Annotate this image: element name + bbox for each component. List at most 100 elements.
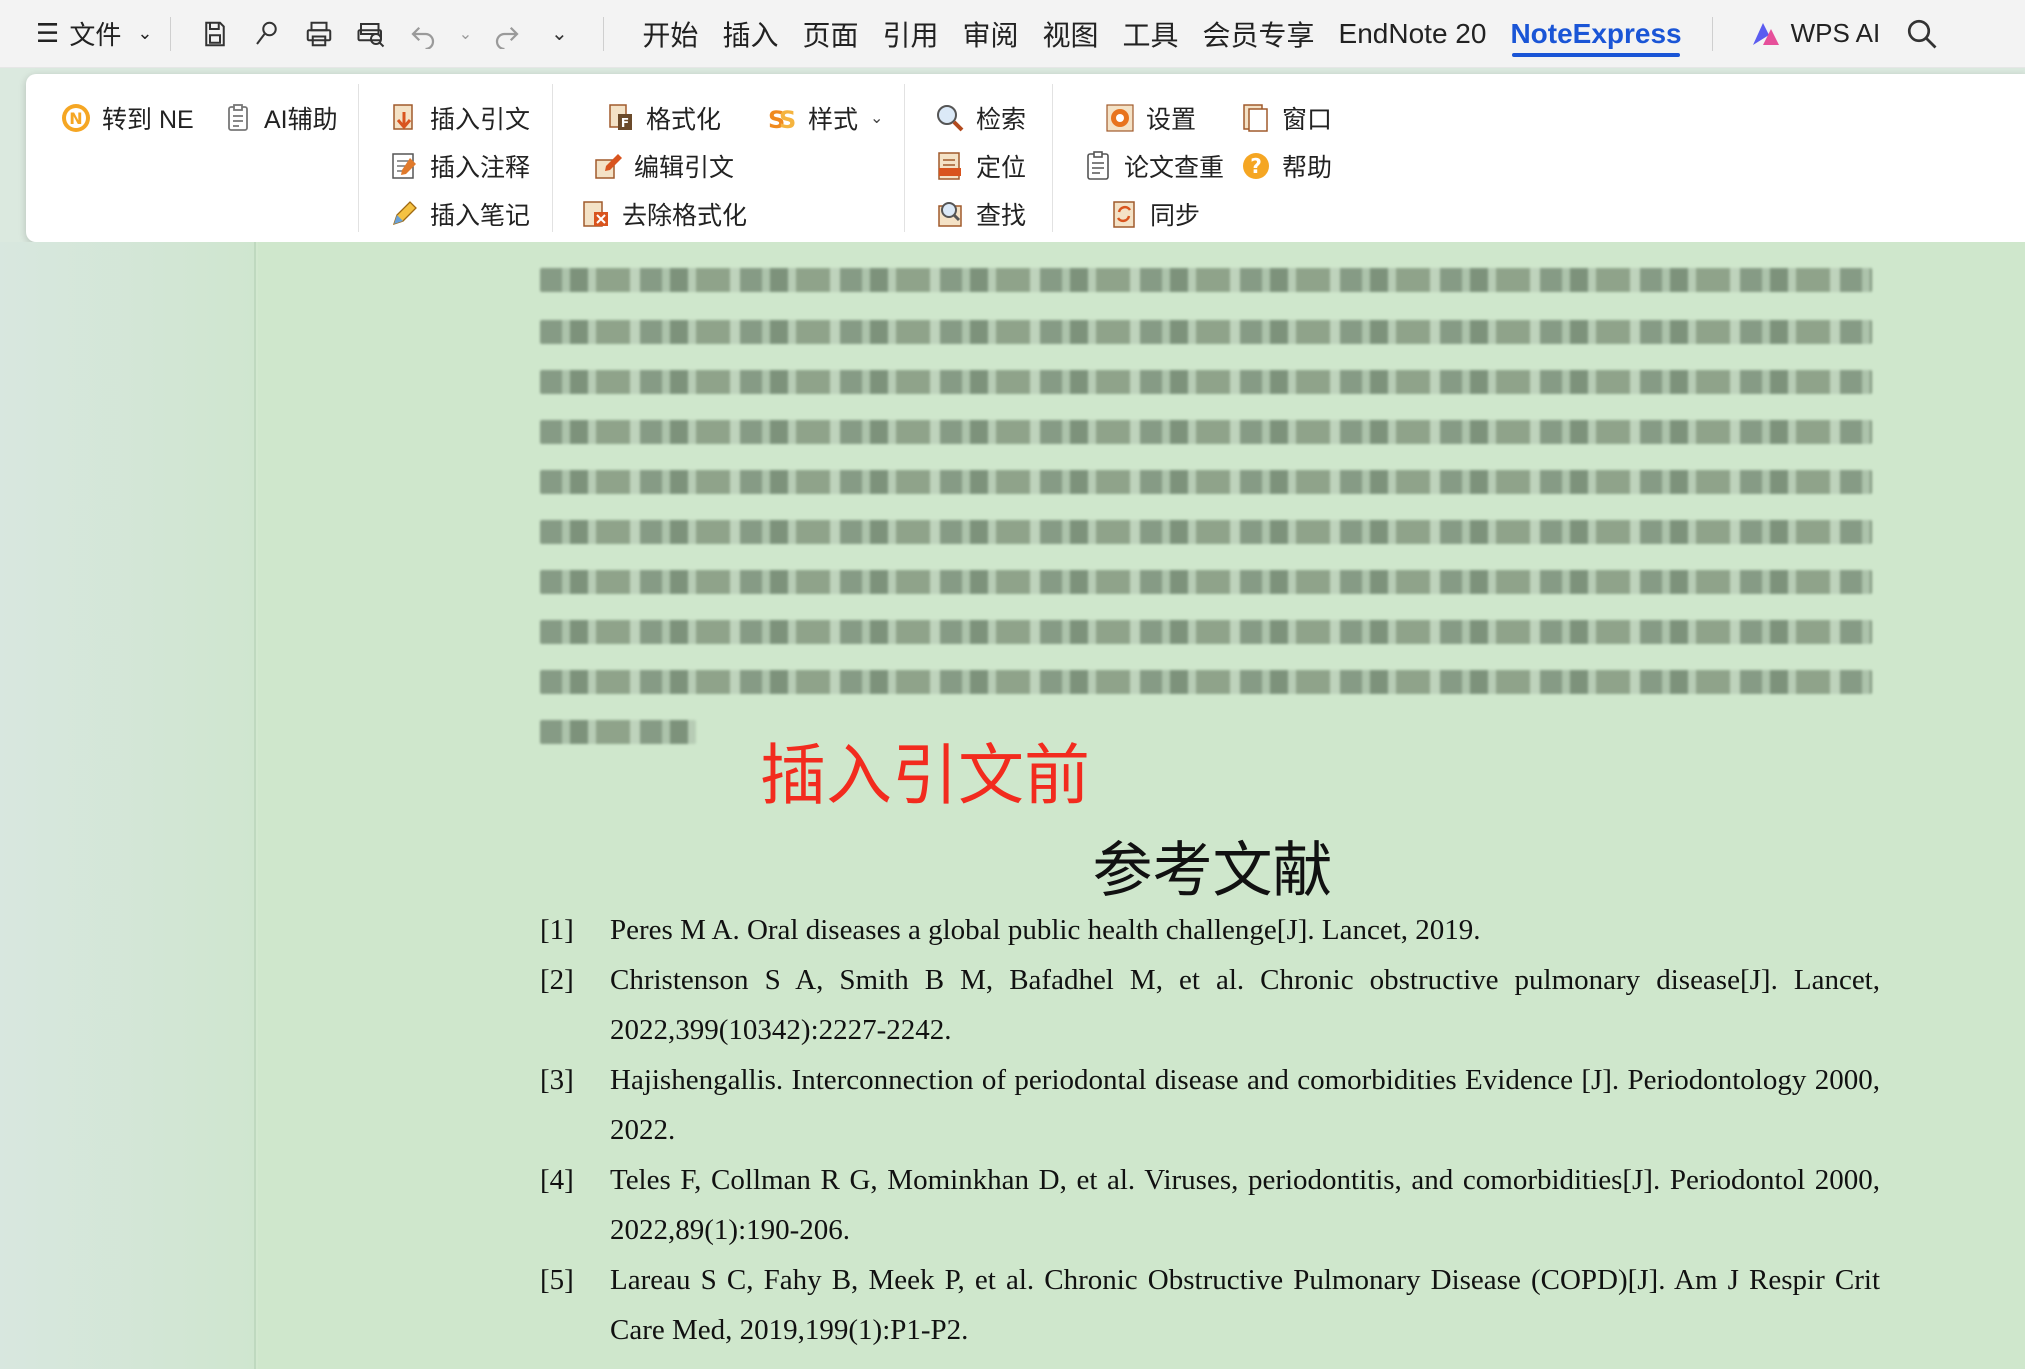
divider	[603, 16, 605, 51]
insert-citation-button[interactable]: 插入引文	[388, 100, 530, 136]
reference-text: Peres M A. Oral diseases a global public…	[610, 914, 1481, 946]
settings-button[interactable]: 设置	[1104, 100, 1196, 136]
help-button[interactable]: ? 帮助	[1240, 148, 1332, 184]
locate-button[interactable]: 定位	[934, 148, 1026, 184]
chevron-down-icon: ⌄	[870, 110, 884, 127]
redacted-line	[540, 370, 1872, 394]
tab-view[interactable]: 视图	[1031, 0, 1111, 67]
sync-icon	[1108, 198, 1140, 230]
tab-home[interactable]: 开始	[630, 0, 710, 67]
window-button[interactable]: 窗口	[1240, 100, 1332, 136]
magnifier-icon	[934, 102, 966, 134]
tab-tools[interactable]: 工具	[1111, 0, 1191, 67]
find-label: 查找	[976, 202, 1027, 230]
tab-references[interactable]: 引用	[870, 0, 950, 67]
edit-citation-label: 编辑引文	[634, 154, 735, 182]
insert-note-button[interactable]: 插入注释	[388, 148, 530, 184]
save-icon[interactable]	[195, 14, 235, 54]
wps-ai-button[interactable]: WPS AI	[1751, 18, 1880, 49]
divider	[904, 84, 905, 232]
sync-button[interactable]: 同步	[1108, 196, 1200, 232]
tab-member[interactable]: 会员专享	[1191, 0, 1327, 67]
format-button[interactable]: F 格式化	[604, 100, 721, 136]
insert-citation-label: 插入引文	[430, 106, 531, 134]
redacted-line	[540, 470, 1872, 494]
redacted-line	[540, 420, 1872, 444]
search-button[interactable]: 检索	[934, 100, 1026, 136]
remove-format-button[interactable]: 去除格式化	[580, 196, 747, 232]
insert-memo-button[interactable]: 插入笔记	[388, 196, 530, 232]
format-label: 格式化	[646, 106, 722, 134]
style-icon: SS	[766, 102, 798, 134]
edit-citation-icon	[592, 150, 624, 182]
locate-icon	[934, 150, 966, 182]
help-label: 帮助	[1282, 154, 1333, 182]
insert-citation-icon	[388, 102, 420, 134]
format-painter-icon[interactable]	[247, 14, 287, 54]
print-preview-icon[interactable]	[351, 14, 391, 54]
annotation-label: 插入引文前	[760, 737, 1090, 814]
reference-number: [2]	[540, 964, 574, 996]
ai-assist-button[interactable]: AI辅助	[222, 100, 338, 136]
plagiarism-check-label: 论文查重	[1124, 154, 1225, 182]
redacted-line	[540, 570, 1872, 594]
find-icon	[934, 198, 966, 230]
undo-icon[interactable]	[403, 14, 443, 54]
reference-list: [1] Peres M A. Oral diseases a global pu…	[540, 905, 1880, 1355]
checklist-icon	[1082, 150, 1114, 182]
redo-icon[interactable]	[487, 14, 527, 54]
divider	[1711, 16, 1713, 51]
undo-dropdown-icon[interactable]: ⌄	[455, 14, 475, 54]
reference-item[interactable]: [2] Christenson S A, Smith B M, Bafadhel…	[540, 955, 1880, 1055]
file-menu-button[interactable]: ☰ 文件 ⌄	[36, 15, 152, 52]
svg-text:S: S	[779, 106, 796, 134]
document-left-margin	[0, 242, 256, 1369]
reference-item[interactable]: [1] Peres M A. Oral diseases a global pu…	[540, 905, 1880, 955]
reference-text: Teles F, Collman R G, Mominkhan D, et al…	[610, 1164, 1880, 1246]
divider	[1052, 84, 1053, 232]
ai-assist-label: AI辅助	[264, 106, 338, 134]
to-ne-button[interactable]: N 转到 NE	[60, 100, 194, 136]
reference-number: [3]	[540, 1064, 574, 1096]
redacted-line	[540, 620, 1872, 644]
reference-number: [5]	[540, 1264, 574, 1296]
search-icon[interactable]	[1904, 16, 1940, 52]
redacted-line	[540, 720, 696, 744]
divider	[552, 84, 553, 232]
tab-endnote[interactable]: EndNote 20	[1327, 0, 1499, 67]
tab-review[interactable]: 审阅	[950, 0, 1030, 67]
divider	[358, 84, 359, 232]
edit-citation-button[interactable]: 编辑引文	[592, 148, 734, 184]
reference-item[interactable]: [3] Hajishengallis. Interconnection of p…	[540, 1055, 1880, 1155]
reference-item[interactable]: [5] Lareau S C, Fahy B, Meek P, et al. C…	[540, 1255, 1880, 1355]
reference-item[interactable]: [4] Teles F, Collman R G, Mominkhan D, e…	[540, 1155, 1880, 1255]
locate-label: 定位	[976, 154, 1027, 182]
style-dropdown[interactable]: SS 样式 ⌄	[766, 100, 883, 136]
chevron-down-icon: ⌄	[137, 23, 153, 43]
tab-insert[interactable]: 插入	[710, 0, 790, 67]
find-button[interactable]: 查找	[934, 196, 1026, 232]
pencil-icon	[388, 198, 420, 230]
window-icon	[1240, 102, 1272, 134]
tab-noteexpress[interactable]: NoteExpress	[1498, 0, 1693, 67]
divider	[170, 16, 172, 51]
noteexpress-ribbon: N 转到 NE AI辅助 插入引文 插入注释 插入笔记 F 格式化 S S 样式…	[26, 74, 2025, 242]
plagiarism-check-button[interactable]: 论文查重	[1082, 148, 1224, 184]
remove-format-label: 去除格式化	[622, 202, 748, 230]
sync-label: 同步	[1150, 202, 1201, 230]
file-menu-label: 文件	[69, 20, 122, 50]
search-label: 检索	[976, 106, 1027, 134]
svg-text:N: N	[69, 109, 82, 128]
reference-text: Lareau S C, Fahy B, Meek P, et al. Chron…	[610, 1264, 1880, 1346]
tab-page[interactable]: 页面	[790, 0, 870, 67]
reference-text: Hajishengallis. Interconnection of perio…	[610, 1064, 1880, 1146]
clipboard-icon	[222, 102, 254, 134]
print-icon[interactable]	[299, 14, 339, 54]
gear-icon	[1104, 102, 1136, 134]
remove-format-icon	[580, 198, 612, 230]
noteexpress-logo-icon: N	[60, 102, 92, 134]
more-chevron-icon[interactable]: ⌄	[539, 14, 579, 54]
ribbon-tabs: 开始 插入 页面 引用 审阅 视图 工具 会员专享 EndNote 20 Not…	[630, 0, 1693, 67]
redacted-line	[540, 670, 1872, 694]
reference-number: [4]	[540, 1164, 574, 1196]
